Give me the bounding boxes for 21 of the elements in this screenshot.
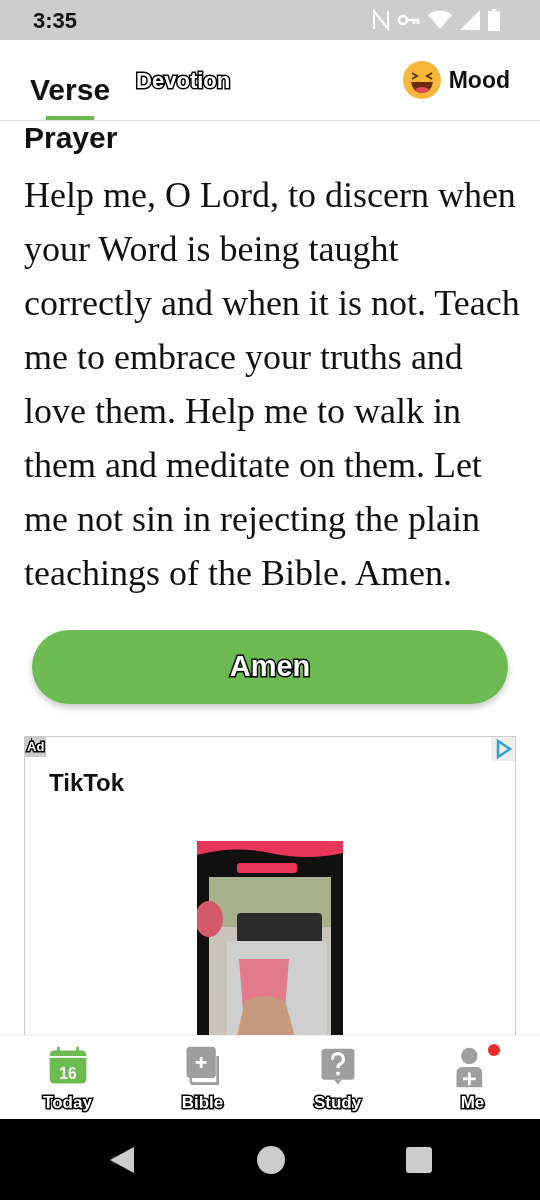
signal-icon xyxy=(460,10,480,30)
nav-tab[interactable]: Me xyxy=(405,1036,540,1119)
key-icon xyxy=(398,14,420,26)
prayer-text: Help me, O Lord, to discern when your Word is being taught correctly and when it is not. Teach me to embrace your truths and love them. Help me to walk in them and meditate on them. Let me not sin in rejecting the plain teachings of the Bible. Amen. xyxy=(24,174,521,595)
nav-tab[interactable]: Study xyxy=(270,1036,405,1119)
home-icon[interactable] xyxy=(257,1146,285,1174)
laughing-face-icon[interactable] xyxy=(402,61,441,99)
tab[interactable]: Devotion xyxy=(136,63,231,97)
back-icon[interactable] xyxy=(108,1145,137,1175)
battery-icon xyxy=(488,9,500,31)
nfc-icon xyxy=(372,9,390,31)
recents-icon[interactable] xyxy=(405,1147,432,1173)
ad-label: Ad xyxy=(25,737,47,757)
advertiser-name: TikTok xyxy=(49,768,126,798)
nav-tab[interactable]: 16 Today xyxy=(0,1036,135,1119)
nav-tab[interactable]: Bible xyxy=(135,1036,270,1119)
section-heading: Prayer xyxy=(24,121,119,154)
status-time: 3:35 xyxy=(33,6,78,35)
mood-label[interactable]: Mood xyxy=(448,62,510,98)
ad-card[interactable]: Ad TikTok xyxy=(24,736,516,1035)
wifi-icon xyxy=(428,11,452,29)
